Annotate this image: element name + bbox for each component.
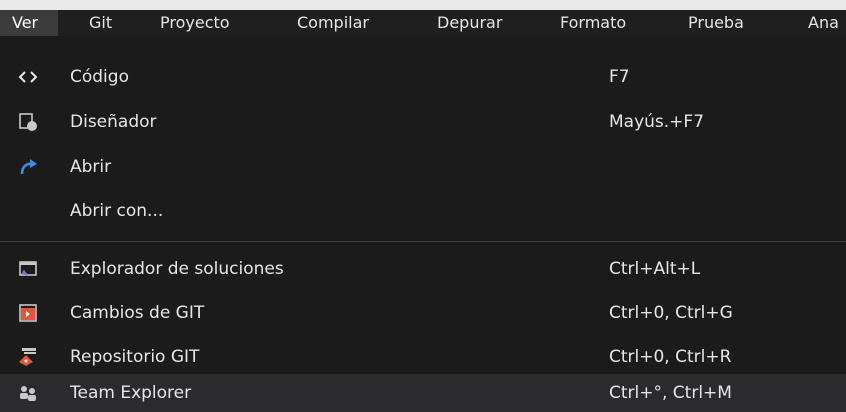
app-window: Ver Git Proyecto Compilar Depurar Format… <box>0 0 846 412</box>
menu-depurar[interactable]: Depurar <box>437 10 502 36</box>
menu-item-label: Código <box>70 67 129 87</box>
menu-item-label: Abrir <box>70 157 112 177</box>
menu-item-shortcut: F7 <box>609 67 630 87</box>
open-icon <box>18 157 38 177</box>
menu-item-label: Team Explorer <box>70 383 192 403</box>
menu-item-label: Repositorio GIT <box>70 347 200 367</box>
view-menu-dropdown: Código F7 Diseñador Mayús.+F7 Abrir Abri… <box>0 36 846 412</box>
menu-item-repositorio-git[interactable]: Repositorio GIT Ctrl+0, Ctrl+R <box>0 338 846 376</box>
menu-prueba[interactable]: Prueba <box>688 10 744 36</box>
solution-explorer-icon <box>18 259 38 279</box>
menu-item-shortcut: Ctrl+0, Ctrl+R <box>609 347 732 367</box>
team-explorer-icon <box>18 383 38 403</box>
menu-analizar[interactable]: Ana <box>808 10 839 36</box>
git-repository-icon <box>18 347 38 367</box>
menu-item-shortcut: Ctrl+°, Ctrl+M <box>609 383 732 403</box>
menu-item-codigo[interactable]: Código F7 <box>0 58 846 96</box>
menu-separator <box>0 241 846 242</box>
git-changes-icon <box>18 303 38 323</box>
menu-bar: Ver Git Proyecto Compilar Depurar Format… <box>0 0 846 36</box>
menu-item-explorador-soluciones[interactable]: Explorador de soluciones Ctrl+Alt+L <box>0 250 846 288</box>
menu-item-cambios-git[interactable]: Cambios de GIT Ctrl+0, Ctrl+G <box>0 294 846 332</box>
menu-item-disenador[interactable]: Diseñador Mayús.+F7 <box>0 103 846 141</box>
menu-ver[interactable]: Ver <box>0 10 58 36</box>
designer-icon <box>18 112 38 132</box>
menu-item-shortcut: Ctrl+Alt+L <box>609 259 701 279</box>
menu-formato[interactable]: Formato <box>560 10 626 36</box>
code-icon <box>18 67 38 87</box>
menu-item-shortcut: Mayús.+F7 <box>609 112 705 132</box>
menu-item-label: Explorador de soluciones <box>70 259 284 279</box>
menu-item-abrir-con[interactable]: Abrir con... <box>0 192 846 230</box>
menu-item-label: Diseñador <box>70 112 157 132</box>
menu-compilar[interactable]: Compilar <box>297 10 369 36</box>
menu-item-shortcut: Ctrl+0, Ctrl+G <box>609 303 733 323</box>
menu-git[interactable]: Git <box>89 10 112 36</box>
menu-proyecto[interactable]: Proyecto <box>160 10 230 36</box>
menu-item-abrir[interactable]: Abrir <box>0 148 846 186</box>
menu-item-label: Cambios de GIT <box>70 303 205 323</box>
menu-item-team-explorer[interactable]: Team Explorer Ctrl+°, Ctrl+M <box>0 374 846 412</box>
menu-item-label: Abrir con... <box>70 201 164 221</box>
